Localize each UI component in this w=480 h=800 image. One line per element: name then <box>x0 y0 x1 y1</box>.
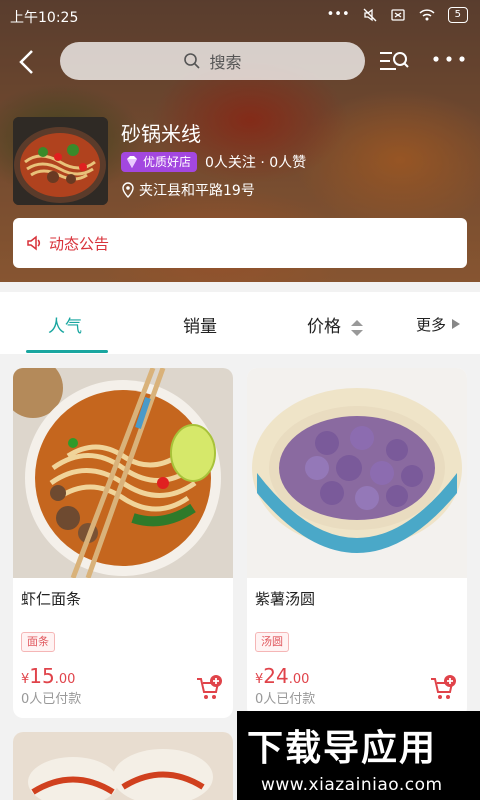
active-tab-indicator <box>26 350 108 353</box>
address-text: 夹江县和平路19号 <box>139 183 255 199</box>
product-name: 紫薯汤圆 <box>255 590 316 608</box>
location-pin-icon <box>122 182 134 198</box>
store-badge-row: 优质好店 0人关注 · 0人赞 <box>121 152 306 172</box>
tab-popularity[interactable]: 人气 <box>48 312 82 337</box>
notice-label: 动态公告 <box>49 234 110 253</box>
store-address[interactable]: 夹江县和平路19号 <box>121 180 255 200</box>
status-time: 上午10:25 <box>10 10 79 26</box>
category-search-button[interactable] <box>378 48 410 76</box>
search-icon <box>184 53 201 69</box>
search-input[interactable]: 搜索 <box>60 42 365 80</box>
battery-icon: 5 <box>447 7 468 23</box>
add-to-cart-icon[interactable] <box>195 674 223 702</box>
tab-price-label: 价格 <box>307 317 341 337</box>
speaker-icon <box>27 235 41 251</box>
product-photo-dumplings <box>13 732 233 800</box>
sim-icon <box>390 9 405 21</box>
caret-right-icon <box>451 319 460 329</box>
store-name: 砂锅米线 <box>121 122 201 146</box>
sort-tabs: 人气 销量 价格 更多 <box>0 292 480 354</box>
product-photo-tangyuan <box>247 368 467 578</box>
product-photo-noodles <box>13 368 233 578</box>
product-price: ¥15.00 <box>21 664 76 688</box>
tab-sales[interactable]: 销量 <box>183 312 217 337</box>
product-card[interactable]: 虾仁面条 面条 ¥15.00 0人已付款 <box>13 368 233 718</box>
top-bar: 搜索 <box>0 40 480 84</box>
more-dots-icon <box>433 56 465 62</box>
back-button[interactable] <box>16 48 42 76</box>
tab-more-label: 更多 <box>416 316 447 334</box>
store-photo-image <box>13 117 108 205</box>
badge-label: 优质好店 <box>143 155 192 169</box>
watermark-logo: 下载导应用 www.xiazainiao.com <box>237 711 480 800</box>
product-price: ¥24.00 <box>255 664 310 688</box>
list-search-icon <box>380 52 409 70</box>
product-tag: 面条 <box>21 632 55 652</box>
tab-more[interactable]: 更多 <box>416 314 461 335</box>
signal-dots-icon: ••• <box>326 7 350 22</box>
search-placeholder: 搜索 <box>209 53 242 72</box>
product-card[interactable]: 紫薯汤圆 汤圆 ¥24.00 0人已付款 <box>247 368 467 718</box>
follow-stats: 0人关注 · 0人赞 <box>205 155 307 171</box>
mute-icon <box>363 8 377 22</box>
diamond-icon <box>127 156 137 168</box>
store-thumbnail[interactable] <box>13 117 108 205</box>
status-icons: ••• 5 <box>327 7 468 23</box>
add-to-cart-icon[interactable] <box>429 674 457 702</box>
watermark-title: 下载导应用 <box>247 728 438 769</box>
product-tag: 汤圆 <box>255 632 289 652</box>
quality-store-badge: 优质好店 <box>121 152 198 172</box>
sort-arrows-icon <box>351 319 364 336</box>
more-options-button[interactable] <box>432 49 466 75</box>
tab-price[interactable]: 价格 <box>307 312 364 337</box>
product-name: 虾仁面条 <box>21 590 82 608</box>
paid-count: 0人已付款 <box>255 692 316 707</box>
paid-count: 0人已付款 <box>21 692 82 707</box>
status-bar: 上午10:25 ••• 5 <box>0 0 480 32</box>
watermark-url: www.xiazainiao.com <box>261 775 443 795</box>
chevron-left-icon <box>19 50 33 74</box>
product-card-partial[interactable] <box>13 732 233 800</box>
wifi-icon <box>419 9 435 21</box>
notice-bar[interactable]: 动态公告 <box>13 218 467 268</box>
